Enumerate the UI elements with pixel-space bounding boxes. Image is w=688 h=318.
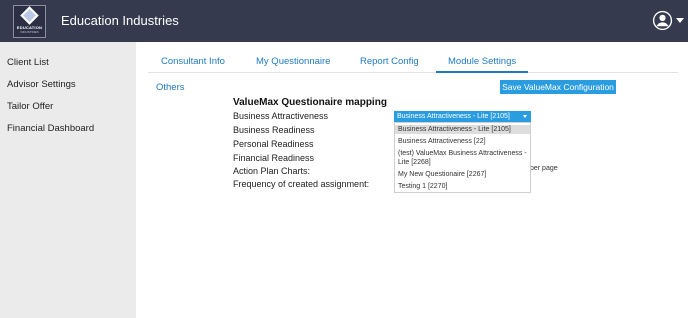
logo-subtext: INDUSTRIES [20,30,39,34]
user-menu[interactable] [652,10,684,31]
brand-logo[interactable]: EDUCATION INDUSTRIES [13,5,46,38]
tab-consultant-info[interactable]: Consultant Info [161,56,225,67]
row-label-business-readiness: Business Readiness [233,125,315,135]
row-label-financial-readiness: Financial Readiness [233,153,315,163]
app-title: Education Industries [61,13,179,28]
module-tabs: Consultant Info My Questionnaire Report … [148,52,678,73]
row-label-business-attractiveness: Business Attractiveness [233,111,329,121]
dropdown-option[interactable]: Business Attractiveness [22] [395,137,530,146]
sidebar-item-advisor-settings[interactable]: Advisor Settings [7,79,76,90]
row-label-frequency: Frequency of created assignment: [233,179,370,189]
chevron-down-icon [523,115,527,118]
dropdown-option[interactable]: My New Questionaire [2267] [395,170,530,179]
sidebar-item-tailor-offer[interactable]: Tailor Offer [7,101,53,112]
chevron-down-icon[interactable] [676,18,684,23]
per-page-label: per page [530,165,558,172]
tab-module-settings[interactable]: Module Settings [448,56,516,67]
logo-mark-icon [20,6,39,25]
dropdown-option[interactable]: Business Attractiveness - Lite [2105] [395,125,530,134]
questionnaire-select[interactable]: Business Attractiveness - Lite [2105] [394,111,531,122]
dropdown-option[interactable]: (test) ValueMax Business Attractiveness … [395,149,530,167]
row-label-action-plan-charts: Action Plan Charts: [233,166,311,176]
sidebar-item-client-list[interactable]: Client List [7,57,49,68]
top-header: EDUCATION INDUSTRIES Education Industrie… [0,0,688,42]
sidebar: Client List Advisor Settings Tailor Offe… [0,42,136,318]
questionnaire-dropdown: Business Attractiveness - Lite [2105] Bu… [394,122,531,193]
subtab-others[interactable]: Others [156,82,185,93]
active-tab-indicator [436,71,528,73]
sidebar-item-financial-dashboard[interactable]: Financial Dashboard [7,123,94,134]
tab-my-questionnaire[interactable]: My Questionnaire [256,56,330,67]
save-valuemax-button[interactable]: Save ValueMax Configuration [500,80,616,94]
select-value: Business Attractiveness - Lite [2105] [397,113,510,120]
user-avatar-icon[interactable] [652,10,673,31]
section-title: ValueMax Questionaire mapping [233,97,387,108]
tab-report-config[interactable]: Report Config [360,56,419,67]
row-label-personal-readiness: Personal Readiness [233,139,314,149]
dropdown-option[interactable]: Testing 1 [2270] [395,182,530,191]
